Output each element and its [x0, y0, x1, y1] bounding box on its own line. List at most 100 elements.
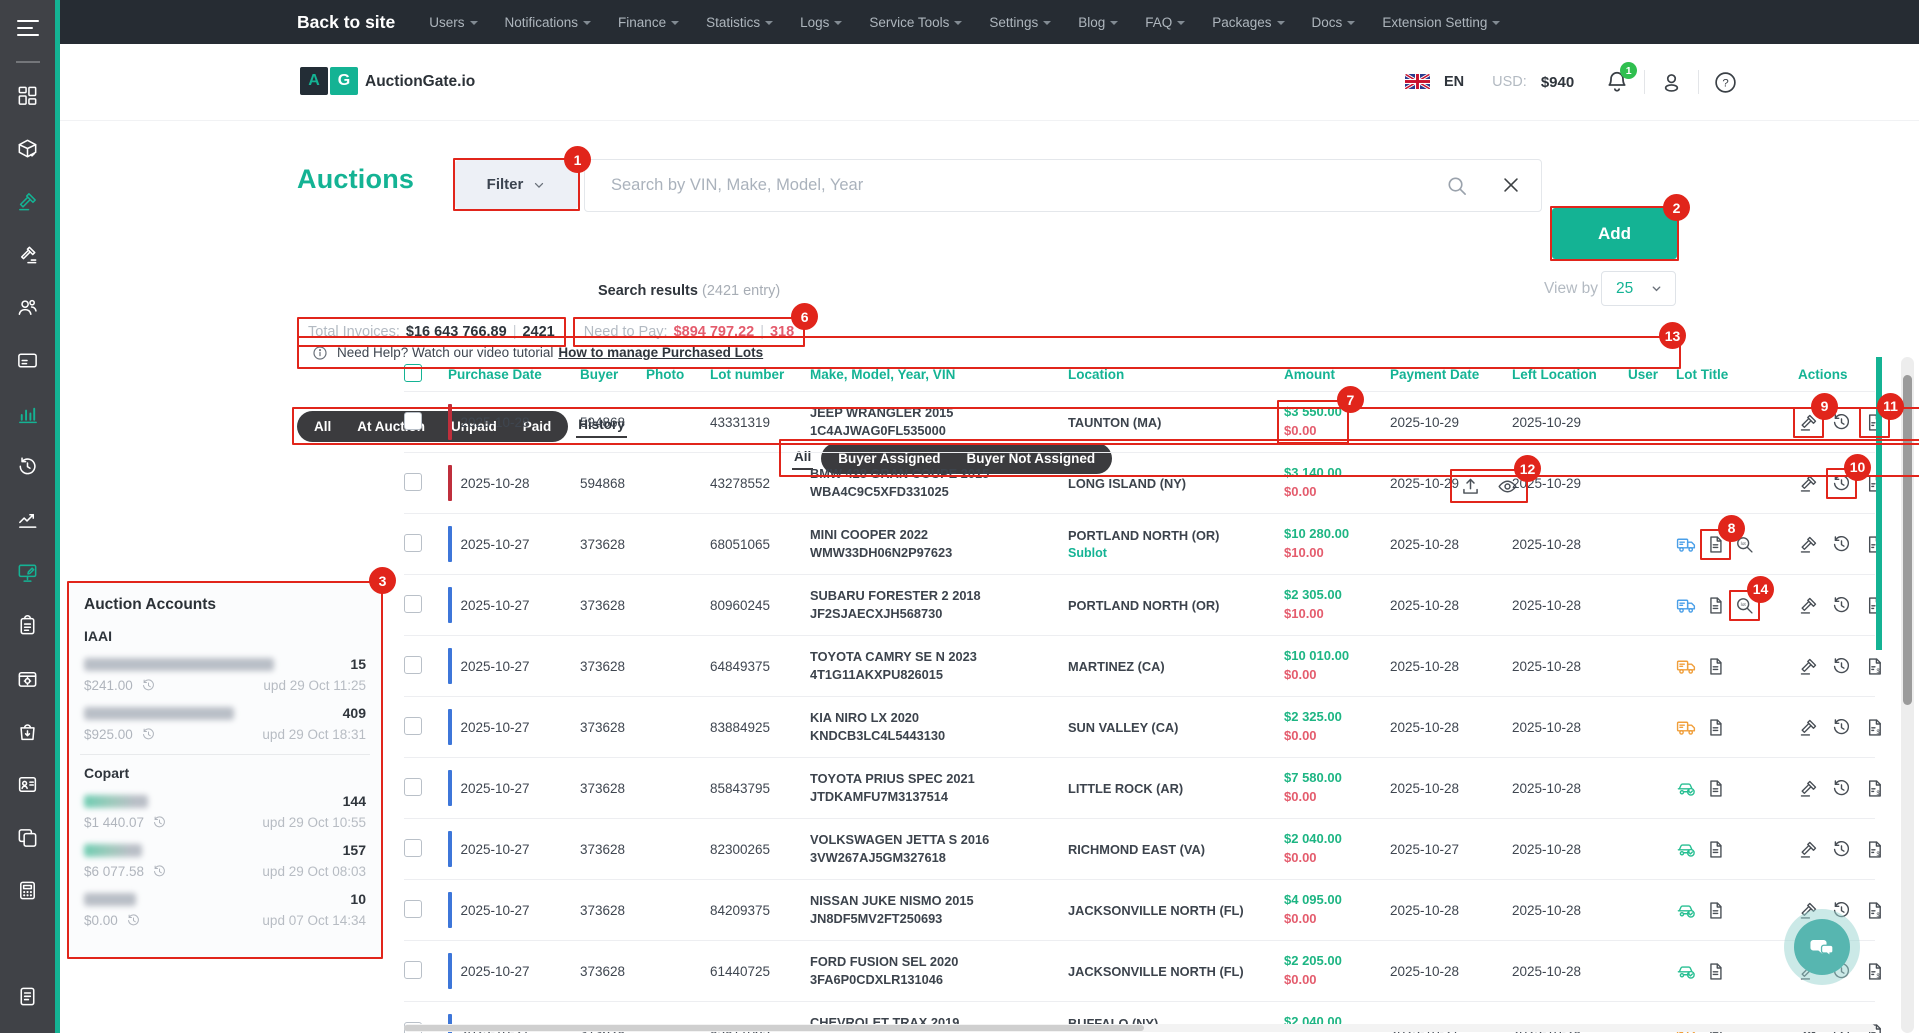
- balance-history-icon[interactable]: [141, 678, 156, 693]
- settings-box-icon[interactable]: [0, 652, 55, 705]
- lot-number[interactable]: 64849375: [710, 659, 810, 674]
- trends-icon[interactable]: [0, 493, 55, 546]
- gavel-icon[interactable]: [1798, 656, 1819, 677]
- delivery-truck-icon[interactable]: [1676, 717, 1697, 738]
- help-icon[interactable]: ?: [1713, 70, 1738, 95]
- invoice-icon[interactable]: $: [1864, 717, 1885, 738]
- document-icon[interactable]: [1705, 839, 1726, 860]
- gavel-icon[interactable]: 9: [1798, 412, 1819, 433]
- invoice-icon[interactable]: $: [1864, 961, 1885, 982]
- balance-history-icon[interactable]: [141, 727, 156, 742]
- lot-number[interactable]: 84209375: [710, 903, 810, 918]
- history-icon[interactable]: [1831, 656, 1852, 677]
- row-checkbox[interactable]: [404, 839, 422, 857]
- nav-item-logs[interactable]: Logs: [800, 15, 842, 30]
- gavel-icon[interactable]: [1798, 473, 1819, 494]
- balance-history-icon[interactable]: [126, 913, 141, 928]
- packages-box-icon[interactable]: [0, 122, 55, 175]
- clipboard-icon[interactable]: [0, 599, 55, 652]
- row-checkbox[interactable]: [404, 534, 422, 552]
- language-selector[interactable]: EN: [1444, 74, 1464, 90]
- page-size-select[interactable]: 25: [1601, 271, 1676, 306]
- history-icon[interactable]: 10: [1831, 473, 1852, 494]
- nav-item-users[interactable]: Users: [429, 15, 477, 30]
- lot-number[interactable]: 80960245: [710, 598, 810, 613]
- id-badge-icon[interactable]: [0, 758, 55, 811]
- history-icon[interactable]: [1831, 778, 1852, 799]
- nav-item-faq[interactable]: FAQ: [1145, 15, 1185, 30]
- uk-flag-icon[interactable]: [1405, 74, 1430, 90]
- statistics-chart-icon[interactable]: [0, 387, 55, 440]
- dashboard-icon[interactable]: [0, 69, 55, 122]
- lot-number[interactable]: 43278552: [710, 476, 810, 491]
- delivery-truck-icon[interactable]: [1676, 656, 1697, 677]
- history-clock-icon[interactable]: [0, 440, 55, 493]
- invoice-icon[interactable]: $: [1864, 656, 1885, 677]
- row-checkbox[interactable]: [404, 656, 422, 674]
- filter-button[interactable]: Filter 1: [455, 160, 578, 209]
- balance-history-icon[interactable]: [152, 864, 167, 879]
- nav-item-blog[interactable]: Blog: [1078, 15, 1118, 30]
- nav-item-statistics[interactable]: Statistics: [706, 15, 773, 30]
- car-ready-icon[interactable]: [1676, 961, 1697, 982]
- row-checkbox[interactable]: [404, 900, 422, 918]
- row-checkbox[interactable]: [404, 473, 422, 491]
- search-icon[interactable]: [1445, 174, 1468, 197]
- gavel-icon[interactable]: [1798, 595, 1819, 616]
- users-icon[interactable]: [0, 281, 55, 334]
- auctions-gavel-icon[interactable]: [0, 175, 55, 228]
- lot-number[interactable]: 83884925: [710, 720, 810, 735]
- gavel-icon[interactable]: [1798, 717, 1819, 738]
- horizontal-scrollbar-handle[interactable]: [404, 1025, 1144, 1031]
- history-icon[interactable]: [1831, 717, 1852, 738]
- document-icon[interactable]: [1705, 595, 1726, 616]
- lot-number[interactable]: 61440725: [710, 964, 810, 979]
- row-checkbox[interactable]: [404, 412, 422, 430]
- nav-item-service-tools[interactable]: Service Tools: [869, 15, 962, 30]
- document-icon[interactable]: [1705, 778, 1726, 799]
- row-checkbox[interactable]: [404, 961, 422, 979]
- document-icon[interactable]: [1705, 900, 1726, 921]
- history-icon[interactable]: [1831, 595, 1852, 616]
- book-icon[interactable]: [0, 970, 55, 1023]
- row-checkbox[interactable]: [404, 778, 422, 796]
- monitor-edit-icon[interactable]: [0, 546, 55, 599]
- add-button[interactable]: Add 2: [1552, 208, 1677, 259]
- payments-card-icon[interactable]: [0, 334, 55, 387]
- lot-number[interactable]: 43331319: [710, 415, 810, 430]
- car-ready-icon[interactable]: [1676, 900, 1697, 921]
- vertical-scrollbar-handle[interactable]: [1903, 375, 1912, 705]
- nav-item-packages[interactable]: Packages: [1212, 15, 1284, 30]
- search-input[interactable]: [585, 160, 1541, 211]
- gavel-icon[interactable]: [1798, 534, 1819, 555]
- history-icon[interactable]: [1831, 839, 1852, 860]
- select-all-checkbox[interactable]: [404, 364, 422, 382]
- notifications-bell-icon[interactable]: 1: [1604, 69, 1630, 95]
- invoice-icon[interactable]: $: [1864, 839, 1885, 860]
- documents-copy-icon[interactable]: [0, 811, 55, 864]
- history-icon[interactable]: [1831, 534, 1852, 555]
- delivery-truck-icon[interactable]: [1676, 534, 1697, 555]
- calculator-icon[interactable]: [0, 864, 55, 917]
- history-icon[interactable]: [1831, 412, 1852, 433]
- nav-item-extension-setting[interactable]: Extension Setting: [1382, 15, 1500, 30]
- lot-number[interactable]: 68051065: [710, 537, 810, 552]
- balance-history-icon[interactable]: [152, 815, 167, 830]
- clear-search-icon[interactable]: [1500, 174, 1522, 196]
- purchases-bag-icon[interactable]: [0, 705, 55, 758]
- row-checkbox[interactable]: [404, 717, 422, 735]
- tab-all[interactable]: All: [301, 419, 344, 434]
- lot-zoom-icon[interactable]: lot: [1734, 534, 1755, 555]
- gavel-icon[interactable]: [1798, 839, 1819, 860]
- gavel-icon[interactable]: [1798, 778, 1819, 799]
- balance-value[interactable]: $940: [1541, 74, 1574, 91]
- document-icon[interactable]: [1705, 961, 1726, 982]
- delivery-truck-icon[interactable]: [1676, 595, 1697, 616]
- document-icon[interactable]: [1705, 656, 1726, 677]
- document-icon[interactable]: 8: [1705, 534, 1726, 555]
- chat-button[interactable]: [1784, 909, 1860, 985]
- user-profile-icon[interactable]: [1659, 70, 1684, 95]
- invoice-icon[interactable]: $: [1864, 778, 1885, 799]
- document-icon[interactable]: [1705, 717, 1726, 738]
- nav-item-finance[interactable]: Finance: [618, 15, 679, 30]
